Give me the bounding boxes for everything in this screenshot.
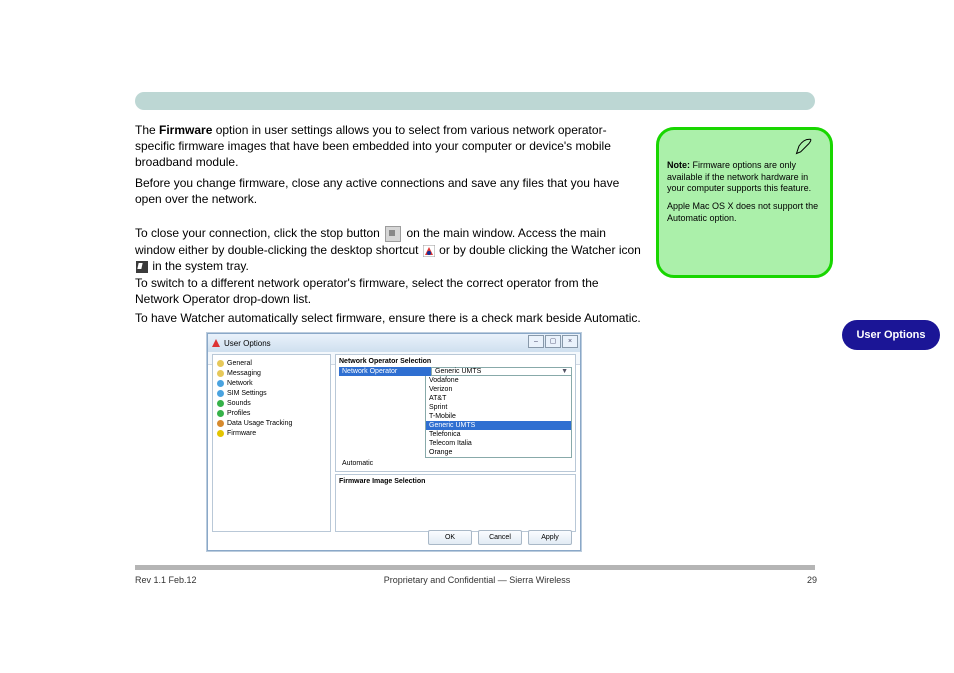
user-options-dialog: User Options – ▢ × General Messaging Net… — [207, 333, 581, 551]
note-callout: Note: Firmware options are only availabl… — [656, 127, 833, 278]
minimize-button[interactable]: – — [528, 335, 544, 348]
section-heading-pill — [135, 92, 815, 110]
note-body-2: Apple Mac OS X does not support the Auto… — [667, 201, 822, 224]
p3c: or by double clicking the Watcher icon — [439, 243, 641, 257]
opt-orange[interactable]: Orange — [426, 448, 571, 457]
note-caption: Note: — [667, 160, 690, 170]
paragraph-1: The Firmware option in user settings all… — [135, 122, 645, 171]
network-operator-group: Network Operator Selection Network Opera… — [335, 354, 576, 472]
p3d: in the system tray. — [152, 259, 248, 273]
group2-title: Firmware Image Selection — [339, 478, 572, 485]
section-tab: User Options — [842, 320, 940, 350]
footer-right: 29 — [807, 575, 817, 585]
operator-dropdown-value: Generic UMTS — [435, 368, 481, 375]
dialog-buttons: OK Cancel Apply — [428, 530, 572, 545]
opt-generic-umts[interactable]: Generic UMTS — [426, 421, 571, 430]
tree-sim[interactable]: SIM Settings — [217, 388, 326, 398]
ok-button[interactable]: OK — [428, 530, 472, 545]
cancel-button[interactable]: Cancel — [478, 530, 522, 545]
note-text: Note: Firmware options are only availabl… — [667, 160, 822, 195]
watcher-shortcut-icon — [423, 245, 435, 257]
tree-messaging[interactable]: Messaging — [217, 368, 326, 378]
apply-button[interactable]: Apply — [528, 530, 572, 545]
opt-vodafone[interactable]: Vodafone — [426, 376, 571, 385]
opt-att[interactable]: AT&T — [426, 394, 571, 403]
tree-general[interactable]: General — [217, 358, 326, 368]
app-icon — [211, 338, 221, 348]
footer-rule — [135, 565, 815, 570]
close-button[interactable]: × — [562, 335, 578, 348]
opt-verizon[interactable]: Verizon — [426, 385, 571, 394]
operator-dropdown[interactable]: Generic UMTS ▼ — [431, 367, 572, 376]
paragraph-4: To switch to a different network operato… — [135, 275, 645, 307]
p1a: The — [135, 123, 159, 137]
tree-firmware[interactable]: Firmware — [217, 428, 326, 438]
operator-row-label: Network Operator — [339, 367, 431, 376]
pen-icon — [794, 136, 814, 162]
automatic-label: Automatic — [339, 459, 431, 468]
watcher-tray-icon — [136, 261, 148, 273]
window-buttons: – ▢ × — [528, 335, 578, 348]
chevron-down-icon: ▼ — [561, 368, 568, 375]
operator-dropdown-list[interactable]: Vodafone Verizon AT&T Sprint T-Mobile Ge… — [425, 376, 572, 458]
tree-data-usage[interactable]: Data Usage Tracking — [217, 418, 326, 428]
tree-sounds[interactable]: Sounds — [217, 398, 326, 408]
p1b: Firmware — [159, 123, 212, 137]
category-tree[interactable]: General Messaging Network SIM Settings S… — [212, 354, 331, 532]
opt-sprint[interactable]: Sprint — [426, 403, 571, 412]
automatic-row[interactable]: Automatic — [339, 459, 572, 468]
opt-telefonica[interactable]: Telefonica — [426, 430, 571, 439]
maximize-button[interactable]: ▢ — [545, 335, 561, 348]
paragraph-5: To have Watcher automatically select fir… — [135, 310, 645, 326]
opt-tmobile[interactable]: T-Mobile — [426, 412, 571, 421]
opt-telecom-italia[interactable]: Telecom Italia — [426, 439, 571, 448]
tree-profiles[interactable]: Profiles — [217, 408, 326, 418]
paragraph-2: Before you change firmware, close any ac… — [135, 175, 645, 207]
p3a: To close your connection, click the stop… — [135, 226, 383, 240]
stop-icon — [385, 226, 401, 242]
dialog-title: User Options — [224, 339, 271, 348]
tree-network[interactable]: Network — [217, 378, 326, 388]
operator-row: Network Operator Generic UMTS ▼ — [339, 367, 572, 376]
firmware-image-group: Firmware Image Selection — [335, 474, 576, 532]
dialog-titlebar: User Options — [208, 334, 580, 352]
group1-title: Network Operator Selection — [339, 358, 572, 365]
paragraph-3: To close your connection, click the stop… — [135, 225, 645, 274]
